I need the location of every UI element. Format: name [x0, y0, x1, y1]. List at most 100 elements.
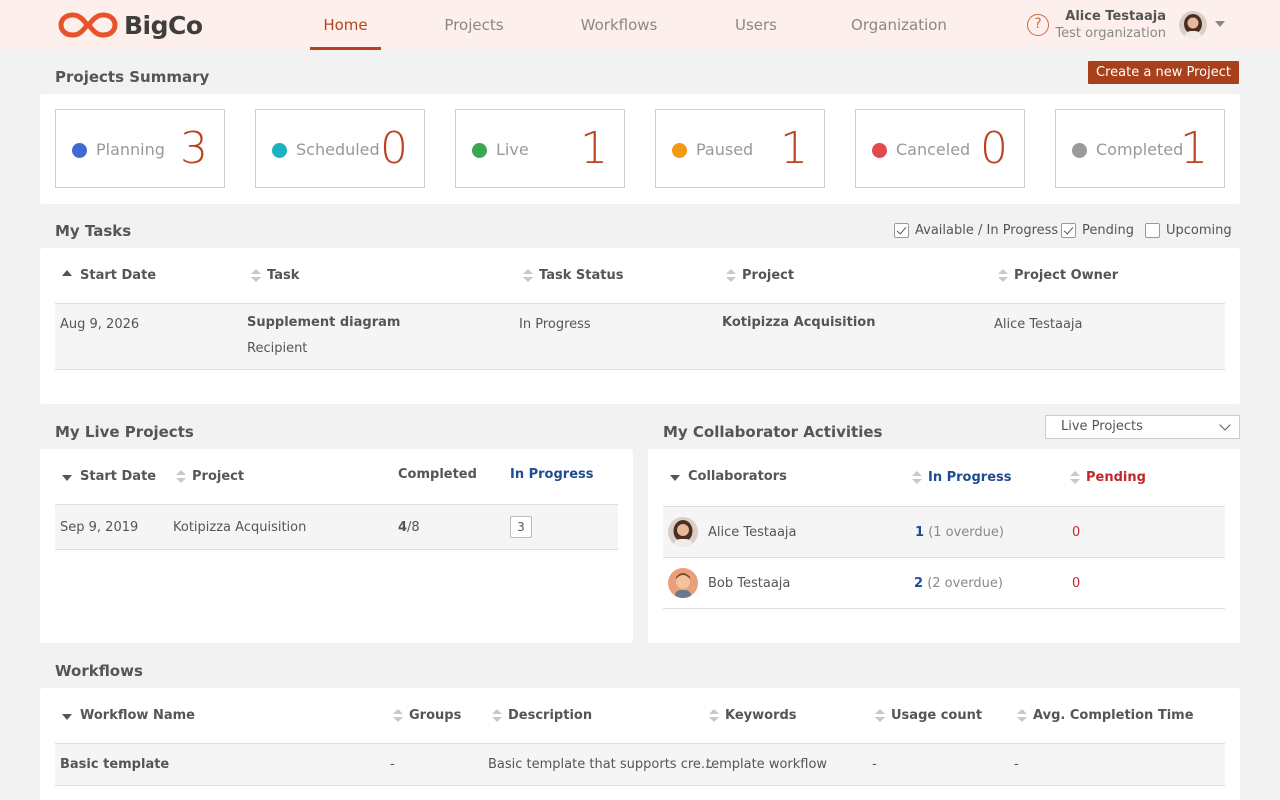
my-tasks-title: My Tasks: [55, 222, 132, 240]
nav-home[interactable]: Home: [310, 0, 381, 50]
in-progress-count-badge[interactable]: 3: [510, 516, 532, 538]
brand-logo[interactable]: BigCo: [58, 9, 203, 41]
status-count: 0: [380, 123, 408, 174]
sort-icon: [251, 268, 261, 283]
filter-available-in-progress[interactable]: Available / In Progress: [894, 222, 1058, 238]
column-pending[interactable]: Pending: [1070, 470, 1146, 485]
status-count: 1: [780, 123, 808, 174]
column-task[interactable]: Task: [251, 268, 299, 283]
column-start-date[interactable]: Start Date: [62, 469, 156, 484]
collaborator-avatar: [668, 568, 698, 598]
status-label: Live: [496, 140, 529, 159]
user-avatar[interactable]: [1179, 11, 1207, 39]
status-count: 3: [180, 123, 208, 174]
table-row[interactable]: [55, 303, 1225, 370]
project-name[interactable]: Kotipizza Acquisition: [173, 520, 306, 535]
project-completed: 4/8: [398, 520, 420, 535]
checkbox-checked-icon[interactable]: [894, 222, 909, 238]
status-canceled[interactable]: Canceled 0: [855, 109, 1025, 188]
column-workflow-name[interactable]: Workflow Name: [62, 708, 195, 723]
column-description[interactable]: Description: [492, 708, 592, 723]
status-paused[interactable]: Paused 1: [655, 109, 825, 188]
task-owner: Alice Testaaja: [994, 317, 1083, 332]
column-task-status[interactable]: Task Status: [523, 268, 623, 283]
task-status: In Progress: [519, 317, 591, 332]
column-label: Usage count: [891, 708, 983, 723]
column-label: Completed: [398, 467, 477, 482]
sort-icon: [492, 708, 502, 723]
column-label: Start Date: [80, 469, 157, 484]
column-label: In Progress: [510, 467, 594, 482]
sort-descending-icon: [670, 474, 680, 481]
canceled-dot-icon: [872, 143, 887, 158]
table-row[interactable]: [55, 504, 618, 550]
collaborator-in-progress: 2 (2 overdue): [914, 576, 1003, 591]
user-menu-chevron-down-icon[interactable]: [1215, 21, 1225, 27]
column-keywords[interactable]: Keywords: [709, 708, 797, 723]
brand-name: BigCo: [124, 10, 203, 40]
collaborator-filter-select[interactable]: Live Projects: [1045, 415, 1240, 439]
status-scheduled[interactable]: Scheduled 0: [255, 109, 425, 188]
workflow-name[interactable]: Basic template: [60, 757, 169, 772]
status-count: 1: [580, 123, 608, 174]
collaborator-pending: 0: [1072, 525, 1081, 540]
column-collaborators[interactable]: Collaborators: [670, 469, 787, 484]
task-project[interactable]: Kotipizza Acquisition: [722, 315, 875, 330]
create-project-button[interactable]: Create a new Project: [1088, 61, 1239, 84]
in-progress-count[interactable]: 1: [915, 525, 924, 540]
sort-icon: [875, 708, 885, 723]
column-in-progress[interactable]: In Progress: [912, 470, 1012, 485]
task-start-date: Aug 9, 2026: [60, 317, 140, 332]
filter-label: Pending: [1082, 222, 1134, 238]
column-project[interactable]: Project: [176, 469, 244, 484]
status-label: Canceled: [896, 140, 971, 159]
workflows-title: Workflows: [55, 662, 143, 680]
planning-dot-icon: [72, 143, 87, 158]
checkbox-checked-icon[interactable]: [1061, 222, 1076, 238]
filter-pending[interactable]: Pending: [1061, 222, 1134, 238]
sort-icon: [709, 708, 719, 723]
column-start-date[interactable]: Start Date: [62, 268, 156, 283]
row-divider: [663, 608, 1225, 609]
nav-workflows[interactable]: Workflows: [570, 0, 668, 50]
status-label: Planning: [96, 140, 165, 159]
column-label: Task Status: [539, 268, 624, 283]
completed-dot-icon: [1072, 143, 1087, 158]
column-project-owner[interactable]: Project Owner: [998, 268, 1118, 283]
column-project[interactable]: Project: [726, 268, 794, 283]
column-avg-completion-time[interactable]: Avg. Completion Time: [1017, 708, 1194, 723]
sort-icon: [393, 708, 403, 723]
in-progress-count[interactable]: 2: [914, 576, 923, 591]
column-usage-count[interactable]: Usage count: [875, 708, 982, 723]
sort-icon: [726, 268, 736, 283]
status-label: Paused: [696, 140, 754, 159]
status-live[interactable]: Live 1: [455, 109, 625, 188]
help-icon[interactable]: ?: [1027, 14, 1049, 36]
status-count: 1: [1180, 123, 1208, 174]
column-completed: Completed: [398, 467, 477, 482]
workflow-keywords: template workflow: [706, 757, 828, 772]
workflow-groups: -: [390, 757, 395, 772]
task-name[interactable]: Supplement diagram: [247, 315, 400, 330]
top-navbar: BigCo Home Projects Workflows Users Orga…: [0, 0, 1280, 50]
nav-users[interactable]: Users: [725, 0, 787, 50]
total-count: /8: [407, 520, 420, 535]
scheduled-dot-icon: [272, 143, 287, 158]
column-label: In Progress: [928, 470, 1012, 485]
column-groups[interactable]: Groups: [393, 708, 461, 723]
paused-dot-icon: [672, 143, 687, 158]
nav-organization[interactable]: Organization: [845, 0, 953, 50]
user-name[interactable]: Alice Testaaja: [1065, 9, 1166, 24]
projects-summary-title: Projects Summary: [55, 68, 210, 86]
filter-upcoming[interactable]: Upcoming: [1145, 222, 1232, 238]
nav-projects[interactable]: Projects: [434, 0, 514, 50]
infinity-logo-icon: [58, 12, 118, 38]
status-planning[interactable]: Planning 3: [55, 109, 225, 188]
column-label: Collaborators: [688, 469, 787, 484]
my-live-projects-title: My Live Projects: [55, 423, 194, 441]
status-completed[interactable]: Completed 1: [1055, 109, 1225, 188]
task-role: Recipient: [247, 341, 308, 356]
column-label: Task: [267, 268, 300, 283]
checkbox-unchecked-icon[interactable]: [1145, 222, 1160, 238]
column-label: Workflow Name: [80, 708, 195, 723]
